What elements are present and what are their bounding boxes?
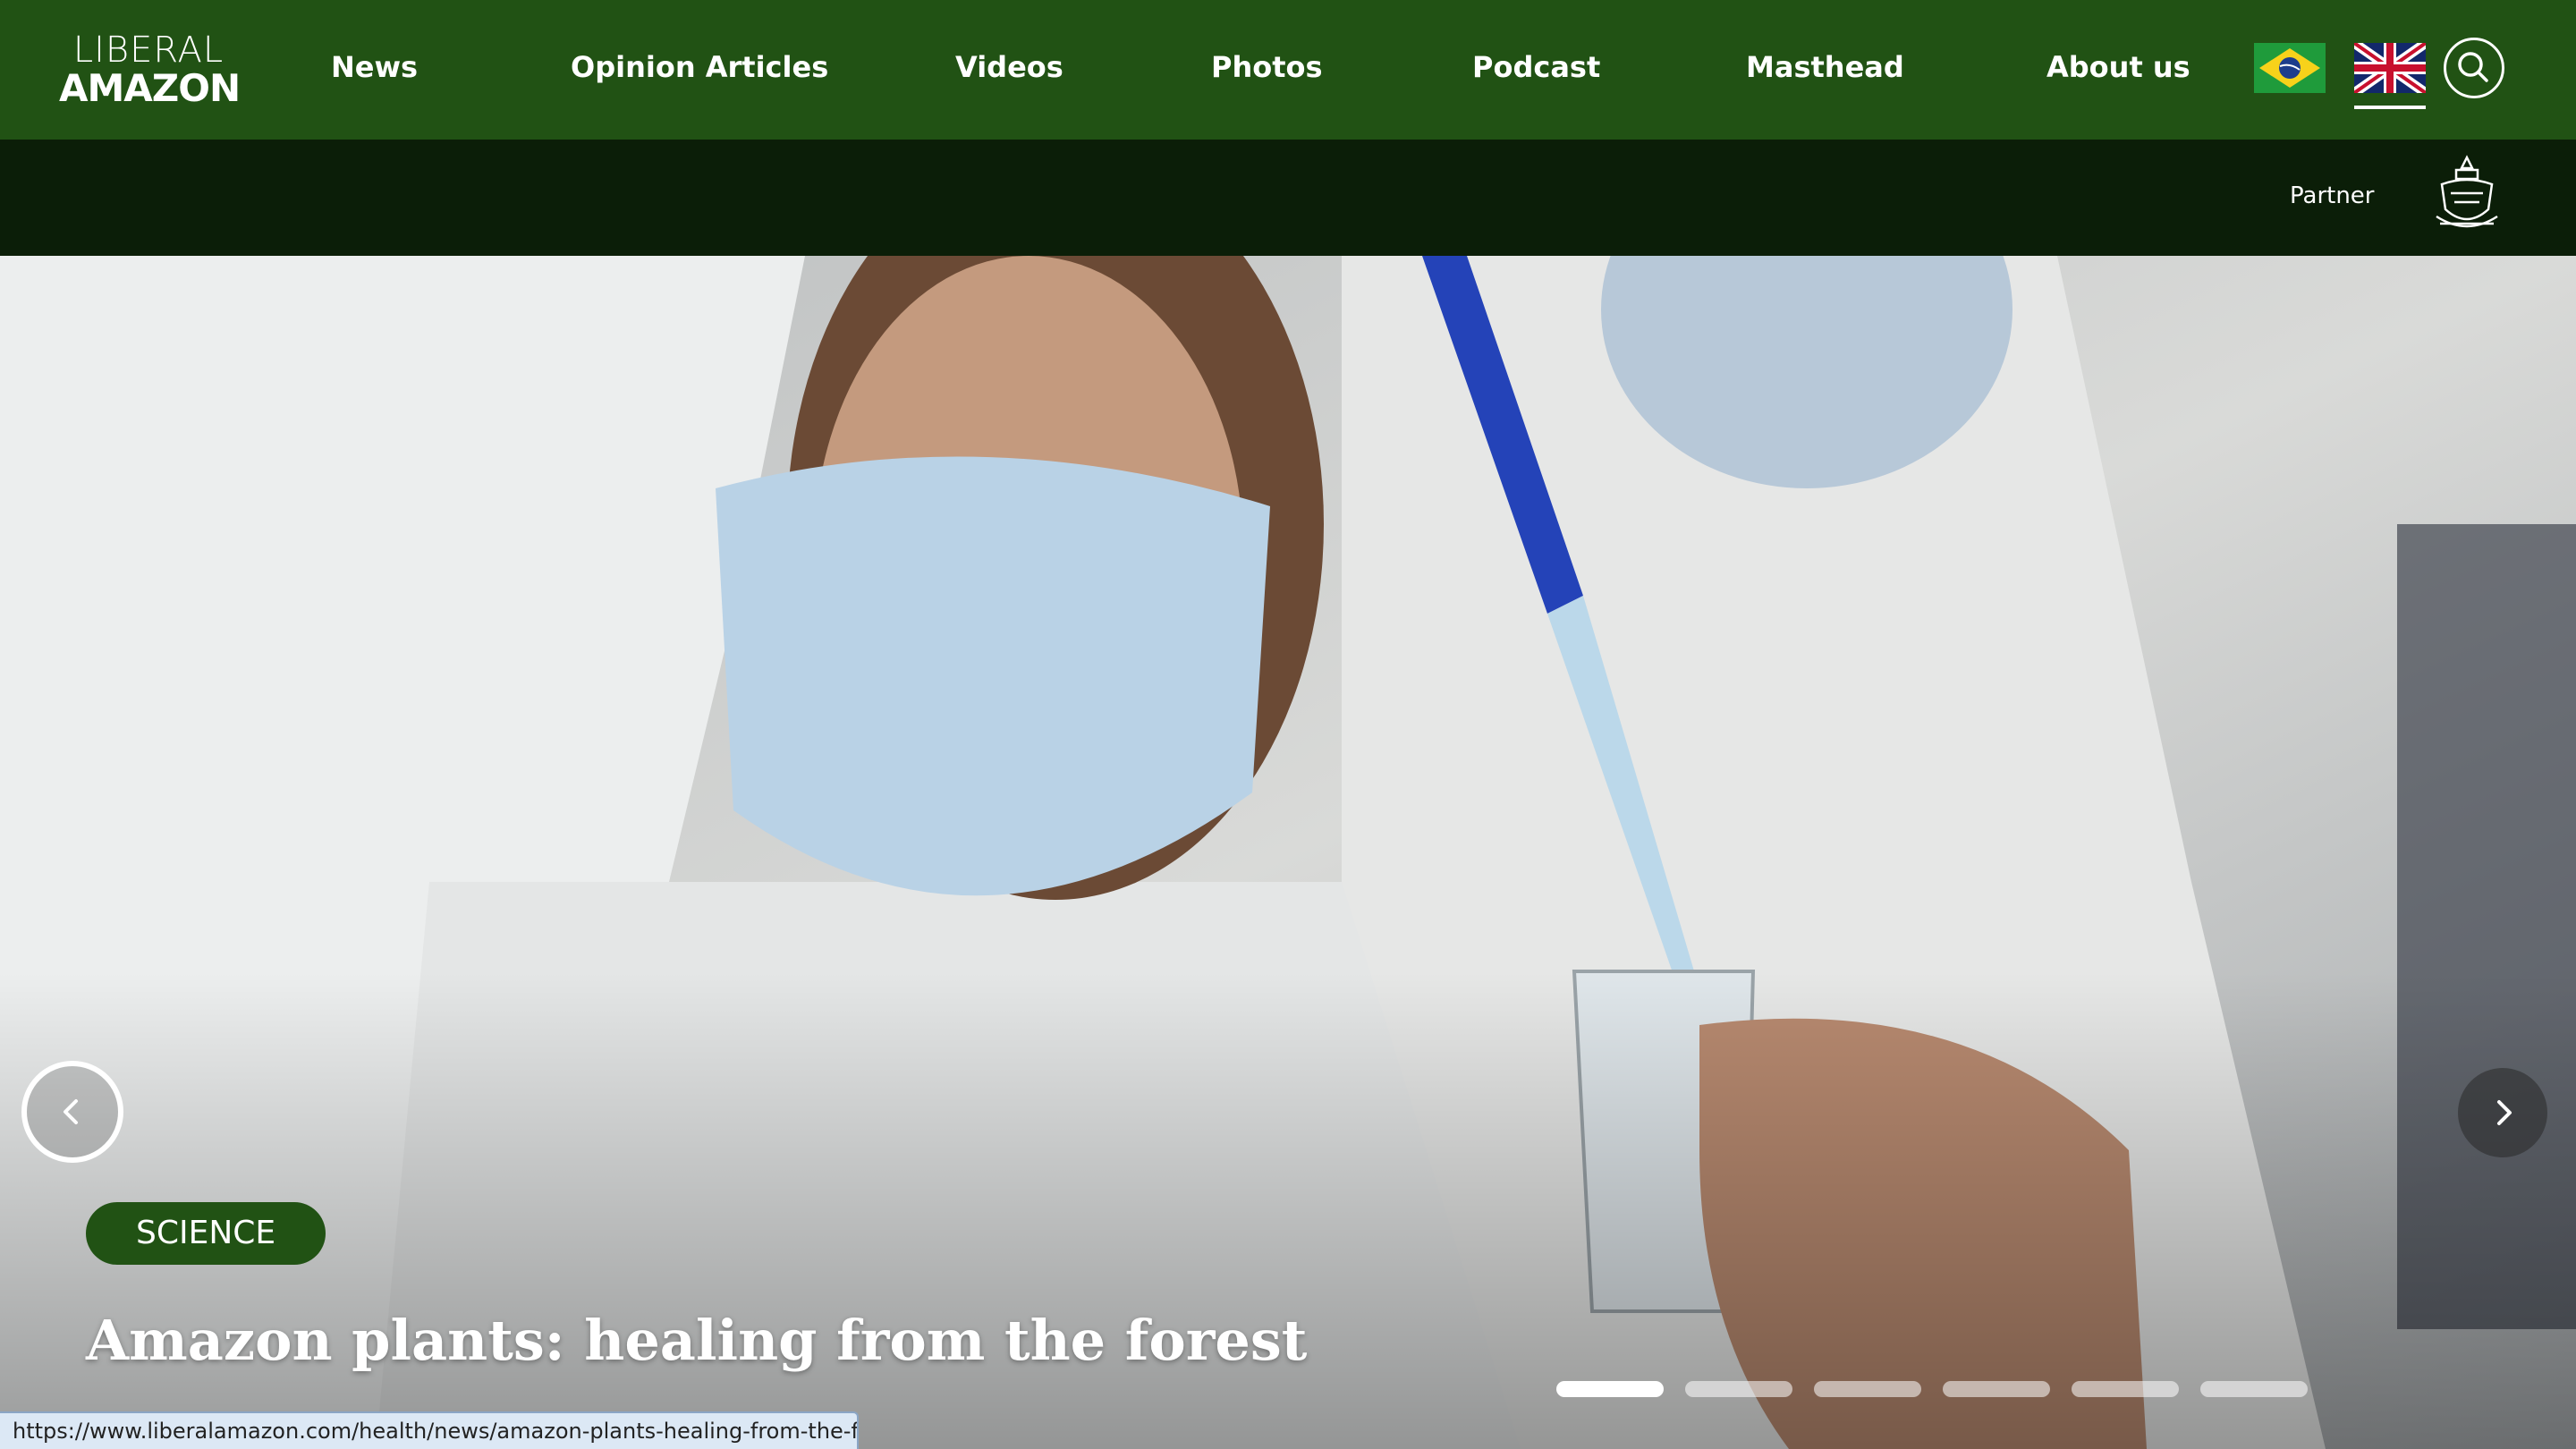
hero-photo bbox=[0, 256, 2576, 1449]
site-logo[interactable]: LIBERAL AMAZON bbox=[59, 30, 241, 110]
hero-carousel[interactable] bbox=[0, 256, 2576, 1449]
partner-label: Partner bbox=[2290, 182, 2375, 209]
search-button[interactable] bbox=[2444, 38, 2504, 98]
carousel-dot-6[interactable] bbox=[2200, 1381, 2308, 1397]
carousel-dot-2[interactable] bbox=[1685, 1381, 1792, 1397]
university-emblem-icon[interactable] bbox=[2429, 154, 2504, 242]
search-icon bbox=[2458, 52, 2488, 82]
top-navigation-bar: LIBERAL AMAZON News Opinion Articles Vid… bbox=[0, 0, 2576, 140]
chevron-right-icon bbox=[2497, 1100, 2512, 1125]
nav-item-about-us[interactable]: About us bbox=[2046, 50, 2190, 84]
nav-item-news[interactable]: News bbox=[331, 50, 418, 84]
carousel-prev-button[interactable] bbox=[21, 1061, 123, 1163]
carousel-next-button[interactable] bbox=[2458, 1068, 2547, 1157]
chevron-left-icon bbox=[64, 1099, 78, 1124]
category-badge[interactable]: SCIENCE bbox=[86, 1202, 326, 1265]
nav-item-podcast[interactable]: Podcast bbox=[1472, 50, 1600, 84]
logo-line-2: AMAZON bbox=[59, 66, 241, 110]
partner-bar bbox=[0, 140, 2576, 256]
carousel-pagination bbox=[1556, 1381, 2308, 1397]
link-status-bar: https://www.liberalamazon.com/health/new… bbox=[0, 1411, 859, 1449]
nav-item-videos[interactable]: Videos bbox=[955, 50, 1063, 84]
carousel-dot-5[interactable] bbox=[2072, 1381, 2179, 1397]
uk-flag-icon[interactable] bbox=[2354, 43, 2426, 93]
nav-item-photos[interactable]: Photos bbox=[1211, 50, 1323, 84]
hero-headline[interactable]: Amazon plants: healing from the forest bbox=[86, 1308, 1307, 1373]
carousel-dot-1[interactable] bbox=[1556, 1381, 1664, 1397]
carousel-dot-3[interactable] bbox=[1814, 1381, 1921, 1397]
active-language-indicator bbox=[2354, 106, 2426, 109]
nav-item-opinion-articles[interactable]: Opinion Articles bbox=[571, 50, 828, 84]
nav-item-masthead[interactable]: Masthead bbox=[1746, 50, 1904, 84]
carousel-dot-4[interactable] bbox=[1943, 1381, 2050, 1397]
brazil-flag-icon[interactable] bbox=[2254, 43, 2326, 93]
logo-line-1: LIBERAL bbox=[72, 30, 225, 71]
